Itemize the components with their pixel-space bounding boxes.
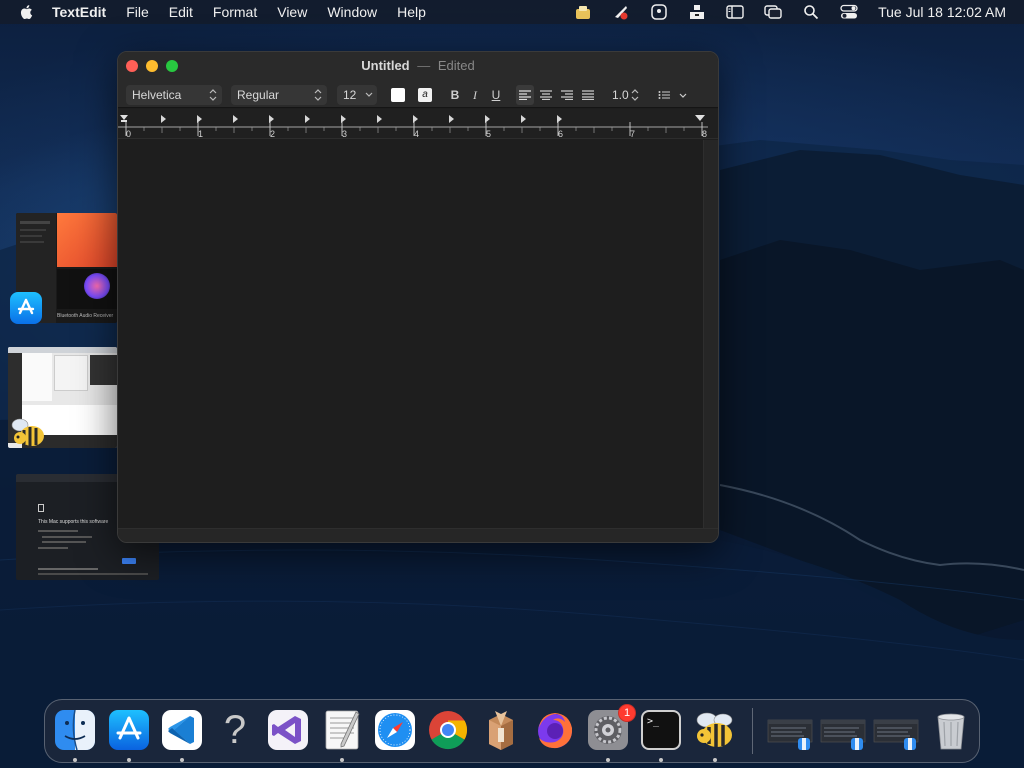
window-title: Untitled — Edited xyxy=(118,58,718,73)
font-style-value: Regular xyxy=(237,88,280,102)
title-separator: — xyxy=(417,58,431,73)
textedit-icon[interactable] xyxy=(320,708,364,752)
unknown-app-icon[interactable]: ? xyxy=(213,708,257,752)
dock: ? 1 >_ xyxy=(44,699,980,763)
menu-view[interactable]: View xyxy=(277,4,307,20)
visual-studio-code-icon[interactable] xyxy=(160,708,204,752)
horizontal-scrollbar[interactable] xyxy=(118,528,718,542)
ruler-label: 7 xyxy=(630,129,636,139)
running-indicator xyxy=(713,758,717,762)
apple-menu-icon[interactable] xyxy=(18,3,36,21)
bullet-list-icon xyxy=(658,91,687,99)
ruler-label: 8 xyxy=(702,129,708,139)
firefox-icon[interactable] xyxy=(533,708,577,752)
trash-icon[interactable] xyxy=(929,708,973,752)
minimized-window-finder-3[interactable] xyxy=(872,708,920,752)
running-indicator xyxy=(180,758,184,762)
dock-divider xyxy=(752,708,753,754)
clipboard-icon[interactable] xyxy=(574,3,592,21)
vertical-scrollbar[interactable] xyxy=(703,140,718,530)
minimized-window-finder-1[interactable] xyxy=(766,708,814,752)
control-center-icon[interactable] xyxy=(840,3,858,21)
ruler-label: 6 xyxy=(558,129,564,139)
chrome-icon[interactable] xyxy=(426,708,470,752)
terminal-prompt: >_ xyxy=(647,716,660,727)
ruler-label: 5 xyxy=(486,129,492,139)
app-store-icon[interactable] xyxy=(107,708,151,752)
stepper-arrows-icon xyxy=(631,89,639,101)
finder-icon[interactable] xyxy=(53,708,97,752)
line-spacing-select[interactable]: 1.0 xyxy=(606,85,644,105)
menu-file[interactable]: File xyxy=(126,4,149,20)
font-family-value: Helvetica xyxy=(132,88,182,102)
document-name[interactable]: Untitled xyxy=(361,58,409,73)
app-store-badge-icon xyxy=(10,292,42,324)
chevron-down-icon xyxy=(365,92,373,97)
menu-app-name[interactable]: TextEdit xyxy=(52,4,106,20)
font-style-select[interactable]: Regular xyxy=(231,85,327,105)
running-indicator xyxy=(73,758,77,762)
menu-format[interactable]: Format xyxy=(213,4,257,20)
cyberduck-icon[interactable] xyxy=(693,708,737,752)
ruler[interactable]: 0 1 2 3 4 5 6 7 8 xyxy=(118,109,718,139)
highlight-color-button[interactable]: a xyxy=(416,85,434,105)
font-size-select[interactable]: 12 xyxy=(337,85,377,105)
list-style-button[interactable] xyxy=(656,85,690,105)
highlight-glyph: a xyxy=(418,88,432,102)
format-toolbar: Helvetica Regular 12 a B I U 1.0 xyxy=(118,85,718,105)
align-center-button[interactable] xyxy=(537,85,555,105)
font-family-select[interactable]: Helvetica xyxy=(126,85,222,105)
safari-icon[interactable] xyxy=(373,708,417,752)
justify-button[interactable] xyxy=(579,85,597,105)
question-glyph: ? xyxy=(223,708,247,752)
font-size-value: 12 xyxy=(343,88,357,102)
creative-cloud-icon[interactable] xyxy=(612,3,630,21)
minimized-window-finder-2[interactable] xyxy=(819,708,867,752)
thumbnail-caption: Bluetooth Audio Receiver xyxy=(57,313,114,319)
visual-studio-icon[interactable] xyxy=(266,708,310,752)
cyberduck-float-icon xyxy=(11,418,44,446)
search-icon[interactable] xyxy=(802,3,820,21)
menu-window[interactable]: Window xyxy=(327,4,377,20)
ruler-label: 4 xyxy=(414,129,420,139)
align-right-icon xyxy=(561,90,573,100)
terminal-icon[interactable]: >_ xyxy=(639,708,683,752)
running-indicator xyxy=(659,758,663,762)
running-indicator xyxy=(606,758,610,762)
text-editor[interactable] xyxy=(118,140,705,530)
bold-button[interactable]: B xyxy=(446,85,464,105)
menu-help[interactable]: Help xyxy=(397,4,426,20)
italic-button[interactable]: I xyxy=(466,85,484,105)
ruler-label: 3 xyxy=(342,129,348,139)
running-indicator xyxy=(127,758,131,762)
screen-mirroring-icon[interactable] xyxy=(764,3,782,21)
text-color-well[interactable] xyxy=(391,88,405,102)
thumbnail-heading: This Mac supports this software xyxy=(38,519,109,525)
system-preferences-icon[interactable]: 1 xyxy=(586,704,636,752)
menu-bar: TextEdit File Edit Format View Window He… xyxy=(0,0,1024,24)
window-titlebar[interactable]: Untitled — Edited Helvetica Regular 12 a… xyxy=(118,52,718,108)
stepper-arrows-icon xyxy=(314,89,322,101)
ruler-label: 1 xyxy=(198,129,204,139)
align-center-icon xyxy=(540,90,552,100)
menu-edit[interactable]: Edit xyxy=(169,4,193,20)
document-state: Edited xyxy=(437,58,475,73)
justify-icon xyxy=(582,90,594,100)
ruler-label: 2 xyxy=(270,129,276,139)
menubar-clock[interactable]: Tue Jul 18 12:02 AM xyxy=(878,4,1006,20)
align-left-icon xyxy=(519,90,531,100)
archive-icon[interactable] xyxy=(688,3,706,21)
align-left-button[interactable] xyxy=(516,85,534,105)
underline-button[interactable]: U xyxy=(487,85,505,105)
line-spacing-value: 1.0 xyxy=(612,88,629,102)
package-installer-icon[interactable] xyxy=(479,708,523,752)
running-indicator xyxy=(340,758,344,762)
focus-icon[interactable] xyxy=(650,3,668,21)
align-right-button[interactable] xyxy=(558,85,576,105)
notification-badge: 1 xyxy=(618,704,636,722)
textedit-window: Untitled — Edited Helvetica Regular 12 a… xyxy=(117,51,719,543)
ruler-label: 0 xyxy=(126,129,132,139)
sidebar-icon[interactable] xyxy=(726,3,744,21)
stepper-arrows-icon xyxy=(209,89,217,101)
